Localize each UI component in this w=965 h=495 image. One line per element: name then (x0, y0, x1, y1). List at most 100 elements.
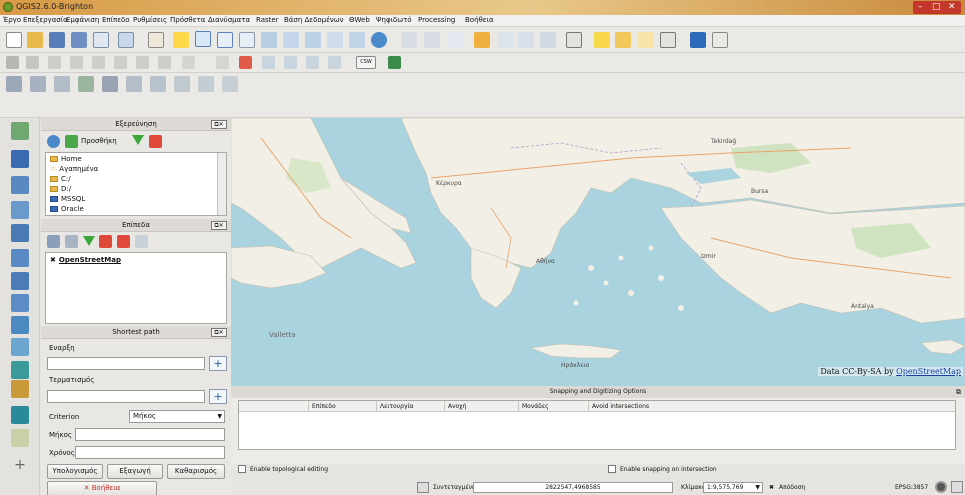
add-spatialite-icon[interactable] (78, 76, 94, 92)
toggle-editing-icon[interactable] (26, 56, 39, 69)
capture-end-button[interactable]: + (209, 389, 227, 404)
panel-float-close-icon[interactable]: ⧉✕ (211, 328, 227, 337)
pan-to-selection-icon[interactable] (173, 32, 189, 48)
node-tool-icon[interactable] (114, 56, 127, 69)
browser-item-oracle[interactable]: Oracle (50, 205, 84, 213)
layer-item-osm[interactable]: ✖ OpenStreetMap (50, 256, 121, 264)
pan-hand-icon[interactable] (148, 32, 164, 48)
digitize-icon[interactable] (11, 201, 29, 219)
capture-start-button[interactable]: + (209, 356, 227, 371)
layer-visibility-checkbox-icon[interactable]: ✖ (50, 256, 56, 264)
zoom-full-icon[interactable] (261, 32, 277, 48)
add-delimited-layer-icon[interactable] (11, 361, 29, 379)
add-feature-icon[interactable] (70, 56, 83, 69)
snap-intersection-checkbox[interactable] (608, 465, 616, 473)
new-shapefile-icon[interactable] (11, 122, 29, 140)
map-canvas[interactable]: Tekirdağ Valletta Κέρκυρα Αθήνα Ηράκλειο… (231, 118, 965, 386)
identify-icon[interactable] (401, 32, 417, 48)
add-oracle-icon[interactable] (126, 76, 142, 92)
whats-this-icon[interactable] (712, 32, 728, 48)
zoom-last-icon[interactable] (327, 32, 343, 48)
add-wms-layer-icon[interactable] (11, 224, 29, 242)
show-labels-icon[interactable] (284, 56, 297, 69)
topological-editing-checkbox[interactable] (238, 465, 246, 473)
menu-vector[interactable]: Διανύσματα (208, 16, 250, 24)
crs-icon[interactable] (935, 481, 947, 493)
col-tolerance[interactable]: Ανοχή (445, 401, 519, 412)
save-edits-icon[interactable] (48, 56, 61, 69)
add-wms-icon[interactable] (150, 76, 166, 92)
layer-labeling-icon[interactable] (239, 56, 252, 69)
show-bookmarks-icon[interactable] (638, 32, 654, 48)
coordinate-field[interactable]: 2822547,4968585 (473, 482, 673, 493)
col-mode[interactable]: Λειτουργία (377, 401, 445, 412)
browser-scrollbar[interactable] (217, 153, 226, 215)
measure-icon[interactable] (540, 32, 556, 48)
csw-icon[interactable]: CSW (356, 56, 376, 69)
remove-layer-icon[interactable] (99, 235, 112, 248)
calculate-button[interactable]: Υπολογισμός (47, 464, 103, 479)
help-button[interactable]: ✕ Βοήθεια (47, 481, 157, 495)
filter-legend-icon[interactable] (83, 236, 95, 246)
save-project-icon[interactable] (49, 32, 65, 48)
menu-edit[interactable]: Επεξεργασία (23, 16, 68, 24)
composer-manager-icon[interactable] (118, 32, 134, 48)
add-wfs-icon[interactable] (198, 76, 214, 92)
browser-item-c[interactable]: C:/ (50, 175, 71, 183)
criterion-select[interactable]: Μήκος ▼ (129, 410, 225, 423)
scale-select[interactable]: 1:9,575,769 ▼ (703, 482, 763, 493)
field-calculator-icon[interactable] (497, 32, 513, 48)
start-point-input[interactable] (47, 357, 205, 370)
add-virtual-layer-icon[interactable] (11, 380, 29, 398)
col-avoid-intersections[interactable]: Avoid intersections (589, 401, 955, 412)
zoom-selection-icon[interactable] (283, 32, 299, 48)
minimize-icon[interactable]: – (918, 1, 923, 14)
add-postgis-icon[interactable] (54, 76, 70, 92)
text-annotation-icon[interactable] (660, 32, 676, 48)
zoom-layer-icon[interactable] (305, 32, 321, 48)
messages-icon[interactable] (951, 481, 963, 493)
col-units[interactable]: Μονάδες (519, 401, 589, 412)
delete-selected-icon[interactable] (136, 56, 149, 69)
rotate-label-icon[interactable] (328, 56, 341, 69)
menu-project[interactable]: Έργο (3, 16, 21, 24)
statistics-icon[interactable] (518, 32, 534, 48)
new-print-composer-icon[interactable] (93, 32, 109, 48)
new-project-icon[interactable] (6, 32, 22, 48)
move-label-icon[interactable] (306, 56, 319, 69)
expand-all-icon[interactable] (117, 235, 130, 248)
cut-features-icon[interactable] (158, 56, 171, 69)
add-spatialite-layer-icon[interactable] (11, 176, 29, 194)
render-checkbox-icon[interactable]: ✖ (769, 484, 774, 491)
menu-mesh[interactable]: Ψηφιδωτό (376, 16, 412, 24)
add-postgis-layer-icon[interactable] (11, 294, 29, 312)
copy-features-icon[interactable] (182, 56, 195, 69)
add-wcs-icon[interactable] (174, 76, 190, 92)
menu-view[interactable]: Εμφάνιση (66, 16, 99, 24)
browser-item-d[interactable]: D:/ (50, 185, 71, 193)
close-icon[interactable]: ✕ (948, 1, 956, 14)
add-group-icon[interactable] (65, 235, 78, 248)
pin-labels-icon[interactable] (262, 56, 275, 69)
select-features-icon[interactable] (424, 32, 440, 48)
label-tool-icon[interactable] (216, 56, 229, 69)
panel-float-icon[interactable]: ⧉ (956, 386, 961, 398)
browser-item-favorites[interactable]: ☆ Αγαπημένα (50, 165, 98, 173)
add-selected-label[interactable]: Προσθήκη (81, 137, 117, 145)
add-wcs-layer-icon[interactable] (11, 249, 29, 267)
menu-processing[interactable]: Processing (418, 16, 455, 24)
maximize-icon[interactable]: □ (932, 1, 941, 14)
add-selected-icon[interactable] (65, 135, 78, 148)
clear-button[interactable]: Καθαρισμός (167, 464, 225, 479)
layer-style-icon[interactable] (47, 235, 60, 248)
add-mssql-layer-icon[interactable] (11, 316, 29, 334)
add-wfs-layer-icon[interactable] (11, 272, 29, 290)
add-delimited-text-icon[interactable] (222, 76, 238, 92)
collapse-layers-icon[interactable] (135, 235, 148, 248)
add-oracle-layer-icon[interactable] (11, 338, 29, 356)
browser-item-mssql[interactable]: MSSQL (50, 195, 85, 203)
export-button[interactable]: Εξαγωγή (107, 464, 163, 479)
map-tips-icon[interactable] (594, 32, 610, 48)
collapse-all-icon[interactable] (149, 135, 162, 148)
menu-web[interactable]: ΘWeb (349, 16, 370, 24)
